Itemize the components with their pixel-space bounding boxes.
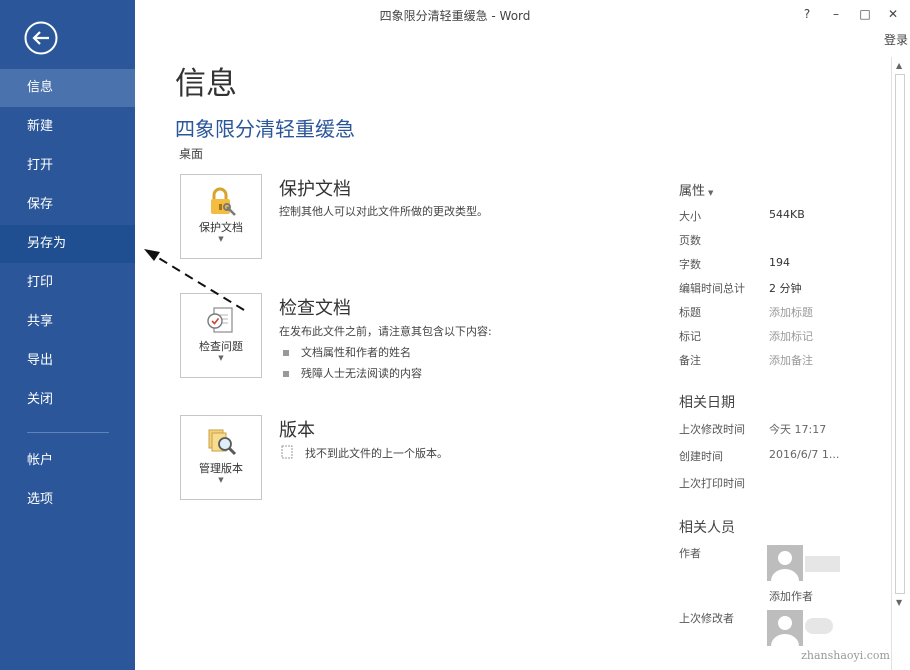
help-button[interactable]: ? <box>800 7 814 21</box>
modifier-name-redacted <box>805 618 833 634</box>
backstage-sidebar: 信息 新建 打开 保存 另存为 打印 共享 导出 关闭 帐户 选项 <box>0 0 135 670</box>
properties-dropdown[interactable]: 属性 ▼ <box>679 180 713 199</box>
nav-item-save-as[interactable]: 另存为 <box>0 225 135 263</box>
lock-key-icon <box>211 187 236 216</box>
inspect-description: 在发布此文件之前，请注意其包含以下内容: <box>279 325 492 338</box>
prop-value: 2016/6/7 1... <box>769 448 840 461</box>
bullet-text: 文档属性和作者的姓名 <box>301 346 411 359</box>
properties-heading: 属性 <box>679 184 706 199</box>
protect-description: 控制其他人可以对此文件所做的更改类型。 <box>279 205 488 218</box>
watermark: zhanshaoyi.com <box>801 649 890 662</box>
vertical-scrollbar[interactable]: ▲ ▼ <box>891 57 909 670</box>
protect-title: 保护文档 <box>279 179 351 200</box>
nav-item-share[interactable]: 共享 <box>0 303 135 341</box>
prop-label: 页数 <box>679 234 701 247</box>
chevron-down-icon: ▼ <box>218 235 224 243</box>
scroll-up-icon[interactable]: ▲ <box>896 61 902 70</box>
prop-label: 上次打印时间 <box>679 477 745 490</box>
inspect-title: 检查文档 <box>279 298 351 319</box>
add-author-link[interactable]: 添加作者 <box>769 588 813 604</box>
nav-item-open[interactable]: 打开 <box>0 147 135 185</box>
prop-label: 标记 <box>679 330 701 343</box>
prop-label: 字数 <box>679 258 701 271</box>
page-title: 信息 <box>175 66 237 102</box>
prop-value: 2 分钟 <box>769 282 802 295</box>
add-comment-field[interactable]: 添加备注 <box>769 352 813 368</box>
minimize-button[interactable]: – <box>829 7 843 21</box>
chevron-down-icon: ▼ <box>218 476 224 484</box>
bullet-icon <box>283 350 289 356</box>
prop-value: 194 <box>769 256 790 269</box>
close-button[interactable]: ✕ <box>886 7 900 21</box>
document-location[interactable]: 桌面 <box>179 145 203 162</box>
modifier-avatar[interactable] <box>767 610 803 646</box>
prop-label: 创建时间 <box>679 450 723 463</box>
add-title-field[interactable]: 添加标题 <box>769 304 813 320</box>
document-icon <box>281 445 293 459</box>
nav-item-options[interactable]: 选项 <box>0 481 135 519</box>
nav-item-info[interactable]: 信息 <box>0 69 135 107</box>
versions-button-label: 管理版本 <box>199 462 243 475</box>
nav-item-account[interactable]: 帐户 <box>0 442 135 480</box>
author-name-redacted <box>805 556 840 572</box>
related-people-heading: 相关人员 <box>679 520 735 536</box>
prop-label: 上次修改时间 <box>679 423 745 436</box>
person-icon <box>771 616 799 646</box>
author-avatar[interactable] <box>767 545 803 581</box>
nav-item-new[interactable]: 新建 <box>0 108 135 146</box>
document-name: 四象限分清轻重缓急 <box>175 117 355 141</box>
protect-button-label: 保护文档 <box>199 221 243 234</box>
versions-title: 版本 <box>279 420 315 441</box>
prop-label: 编辑时间总计 <box>679 282 745 295</box>
dashed-arrow-annotation <box>144 249 245 311</box>
nav-item-save[interactable]: 保存 <box>0 186 135 224</box>
prop-label: 标题 <box>679 306 701 319</box>
prop-value: 544KB <box>769 208 805 221</box>
versions-search-icon <box>208 429 237 456</box>
versions-description: 找不到此文件的上一个版本。 <box>305 447 448 460</box>
related-dates-heading: 相关日期 <box>679 395 735 411</box>
bullet-icon <box>283 371 289 377</box>
last-modified-by-label: 上次修改者 <box>679 612 734 625</box>
back-arrow-icon[interactable] <box>24 21 58 55</box>
maximize-button[interactable]: □ <box>858 7 872 21</box>
author-label: 作者 <box>679 547 701 560</box>
nav-item-print[interactable]: 打印 <box>0 264 135 302</box>
nav-item-export[interactable]: 导出 <box>0 342 135 380</box>
nav-separator <box>27 432 109 433</box>
scroll-thumb[interactable] <box>895 74 905 594</box>
caret-down-icon: ▼ <box>708 189 714 197</box>
login-link[interactable]: 登录 <box>884 31 908 48</box>
inspect-button-label: 检查问题 <box>199 340 243 353</box>
nav-item-close[interactable]: 关闭 <box>0 381 135 419</box>
prop-label: 备注 <box>679 354 701 367</box>
scroll-down-icon[interactable]: ▼ <box>896 598 902 607</box>
window-title: 四象限分清轻重缓急 - Word <box>379 9 531 23</box>
list-item: 残障人士无法阅读的内容 <box>283 365 422 381</box>
prop-label: 大小 <box>679 210 701 223</box>
add-tag-field[interactable]: 添加标记 <box>769 328 813 344</box>
prop-value: 今天 17:17 <box>769 423 827 436</box>
person-icon <box>771 551 799 581</box>
manage-versions-button[interactable]: 管理版本 ▼ <box>180 415 262 500</box>
chevron-down-icon: ▼ <box>218 354 224 362</box>
list-item: 文档属性和作者的姓名 <box>283 344 411 360</box>
bullet-text: 残障人士无法阅读的内容 <box>301 367 422 380</box>
